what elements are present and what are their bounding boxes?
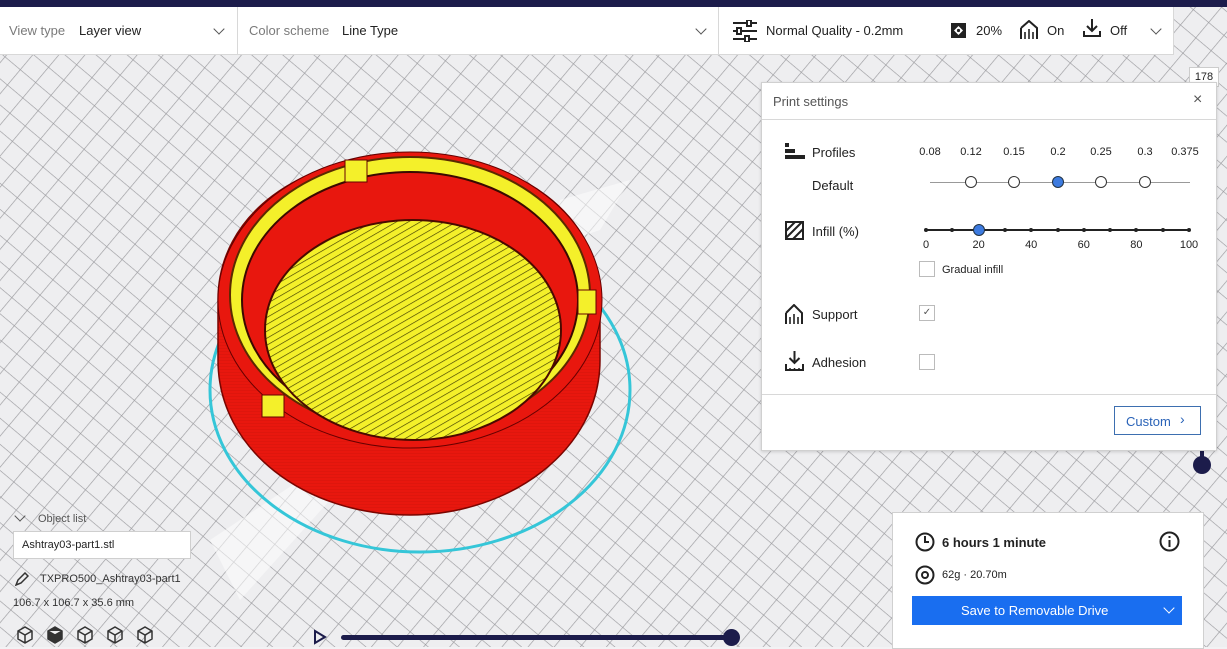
infill-tick-label: 20 bbox=[972, 239, 985, 251]
view-right-icon[interactable] bbox=[136, 626, 154, 644]
play-icon[interactable] bbox=[313, 629, 327, 645]
profile-option-knob[interactable] bbox=[1095, 176, 1107, 188]
close-icon[interactable]: × bbox=[1193, 91, 1202, 109]
support-label: Support bbox=[812, 307, 858, 322]
infill-step-dot bbox=[1108, 228, 1113, 232]
infill-label: Infill (%) bbox=[812, 224, 859, 239]
profiles-label: Profiles bbox=[812, 145, 856, 160]
infill-step-dot bbox=[1081, 228, 1086, 232]
profile-default-label: Default bbox=[812, 178, 854, 193]
profile-option-knob[interactable] bbox=[965, 176, 977, 188]
adhesion-icon bbox=[785, 351, 804, 371]
print-settings-header: Print settings × bbox=[762, 83, 1216, 120]
profile-option-knob[interactable] bbox=[1052, 176, 1064, 188]
custom-button-label: Custom bbox=[1126, 414, 1171, 429]
print-settings-title: Print settings bbox=[773, 94, 849, 109]
gradual-infill-checkbox[interactable] bbox=[919, 261, 935, 277]
infill-icon bbox=[951, 23, 966, 38]
adhesion-label: Adhesion bbox=[812, 355, 867, 370]
simulation-slider-track bbox=[341, 635, 731, 640]
view-left-icon[interactable] bbox=[106, 626, 124, 644]
save-button-label: Save to Removable Drive bbox=[961, 603, 1109, 618]
support-icon bbox=[1020, 20, 1038, 39]
infill-step-dot bbox=[1002, 228, 1007, 232]
infill-pattern-icon bbox=[785, 221, 804, 240]
support-summary-value: On bbox=[1047, 23, 1065, 38]
support-icon bbox=[785, 304, 803, 324]
chevron-right-icon: › bbox=[1180, 411, 1185, 427]
adhesion-checkbox[interactable] bbox=[919, 354, 935, 370]
chevron-down-icon bbox=[213, 23, 225, 35]
profile-option-knob[interactable] bbox=[1139, 176, 1151, 188]
adhesion-icon bbox=[1083, 19, 1101, 37]
print-settings-summary[interactable]: Normal Quality - 0.2mm 20% On Off bbox=[719, 7, 1174, 55]
profiles-icon bbox=[785, 143, 805, 159]
chevron-down-icon bbox=[1163, 602, 1175, 614]
ashtray-model[interactable] bbox=[217, 151, 603, 516]
job-name: TXPRO500_Ashtray03-part1 bbox=[40, 573, 181, 585]
layer-slider-handle[interactable] bbox=[1193, 456, 1211, 474]
infill-step-dot bbox=[950, 228, 955, 232]
clock-icon bbox=[915, 532, 935, 552]
infill-tick-label: 60 bbox=[1077, 239, 1090, 251]
save-to-drive-button[interactable]: Save to Removable Drive bbox=[912, 596, 1182, 625]
infill-tick-label: 40 bbox=[1025, 239, 1038, 251]
info-icon[interactable] bbox=[1159, 531, 1180, 552]
chevron-down-icon bbox=[695, 23, 707, 35]
adhesion-summary-value: Off bbox=[1110, 23, 1128, 38]
object-list-item[interactable]: Ashtray03-part1.stl bbox=[13, 531, 191, 559]
infill-step-dot bbox=[1134, 228, 1139, 232]
print-settings-panel: Print settings × Profiles Default 0.08 0.… bbox=[761, 82, 1217, 451]
infill-step-dot bbox=[1029, 228, 1034, 232]
infill-step-dot bbox=[1160, 228, 1165, 232]
support-checkbox[interactable]: ✓ bbox=[919, 305, 935, 321]
sliders-icon bbox=[733, 20, 757, 42]
profile-option-knob[interactable] bbox=[1008, 176, 1020, 188]
pencil-icon[interactable] bbox=[15, 572, 29, 586]
quality-label: Normal Quality - 0.2mm bbox=[766, 23, 904, 38]
profile-tick-label: 0.08 bbox=[919, 146, 941, 158]
model-dimensions: 106.7 x 106.7 x 35.6 mm bbox=[13, 597, 135, 609]
custom-button[interactable]: Custom › bbox=[1114, 406, 1201, 435]
profile-tick-label: 0.25 bbox=[1090, 146, 1112, 158]
infill-step-dot bbox=[1055, 228, 1060, 232]
view-top-icon[interactable] bbox=[76, 626, 94, 644]
object-filename: Ashtray03-part1.stl bbox=[22, 539, 115, 551]
color-scheme-value: Line Type bbox=[342, 23, 399, 38]
view-type-label: View type bbox=[9, 23, 66, 38]
infill-tick-label: 100 bbox=[1179, 239, 1199, 251]
profile-tick-label: 0.2 bbox=[1050, 146, 1066, 158]
view-front-icon[interactable] bbox=[46, 626, 64, 644]
infill-step-dot bbox=[1187, 228, 1191, 232]
view-type-dropdown[interactable]: View type Layer view bbox=[0, 7, 238, 55]
infill-step-dot bbox=[924, 228, 928, 232]
infill-tick-label: 0 bbox=[922, 239, 930, 251]
material-usage: 62g · 20.70m bbox=[942, 569, 1007, 581]
gradual-infill-label: Gradual infill bbox=[942, 264, 1004, 276]
chevron-down-icon bbox=[1150, 23, 1162, 35]
title-strip bbox=[0, 0, 1227, 7]
print-time: 6 hours 1 minute bbox=[942, 535, 1047, 550]
panel-divider bbox=[762, 394, 1216, 395]
infill-tick-label: 80 bbox=[1130, 239, 1143, 251]
infill-slider-handle[interactable] bbox=[972, 224, 985, 236]
object-list-header: Object list bbox=[38, 513, 87, 525]
color-scheme-dropdown[interactable]: Color scheme Line Type bbox=[238, 7, 719, 55]
profile-tick-label: 0.3 bbox=[1137, 146, 1153, 158]
simulation-slider-handle[interactable] bbox=[723, 629, 740, 646]
profile-tick-label: 0.12 bbox=[960, 146, 982, 158]
job-info-card: 6 hours 1 minute 62g · 20.70m Save to Re… bbox=[892, 512, 1204, 649]
infill-summary-value: 20% bbox=[976, 23, 1003, 38]
view-type-value: Layer view bbox=[79, 23, 142, 38]
material-spool-icon bbox=[915, 565, 935, 585]
profile-tick-label: 0.15 bbox=[1003, 146, 1025, 158]
view-3d-icon[interactable] bbox=[16, 626, 34, 644]
color-scheme-label: Color scheme bbox=[249, 23, 330, 38]
save-dropdown-toggle[interactable] bbox=[1158, 596, 1182, 625]
profile-tick-label: 0.375 bbox=[1171, 146, 1199, 158]
